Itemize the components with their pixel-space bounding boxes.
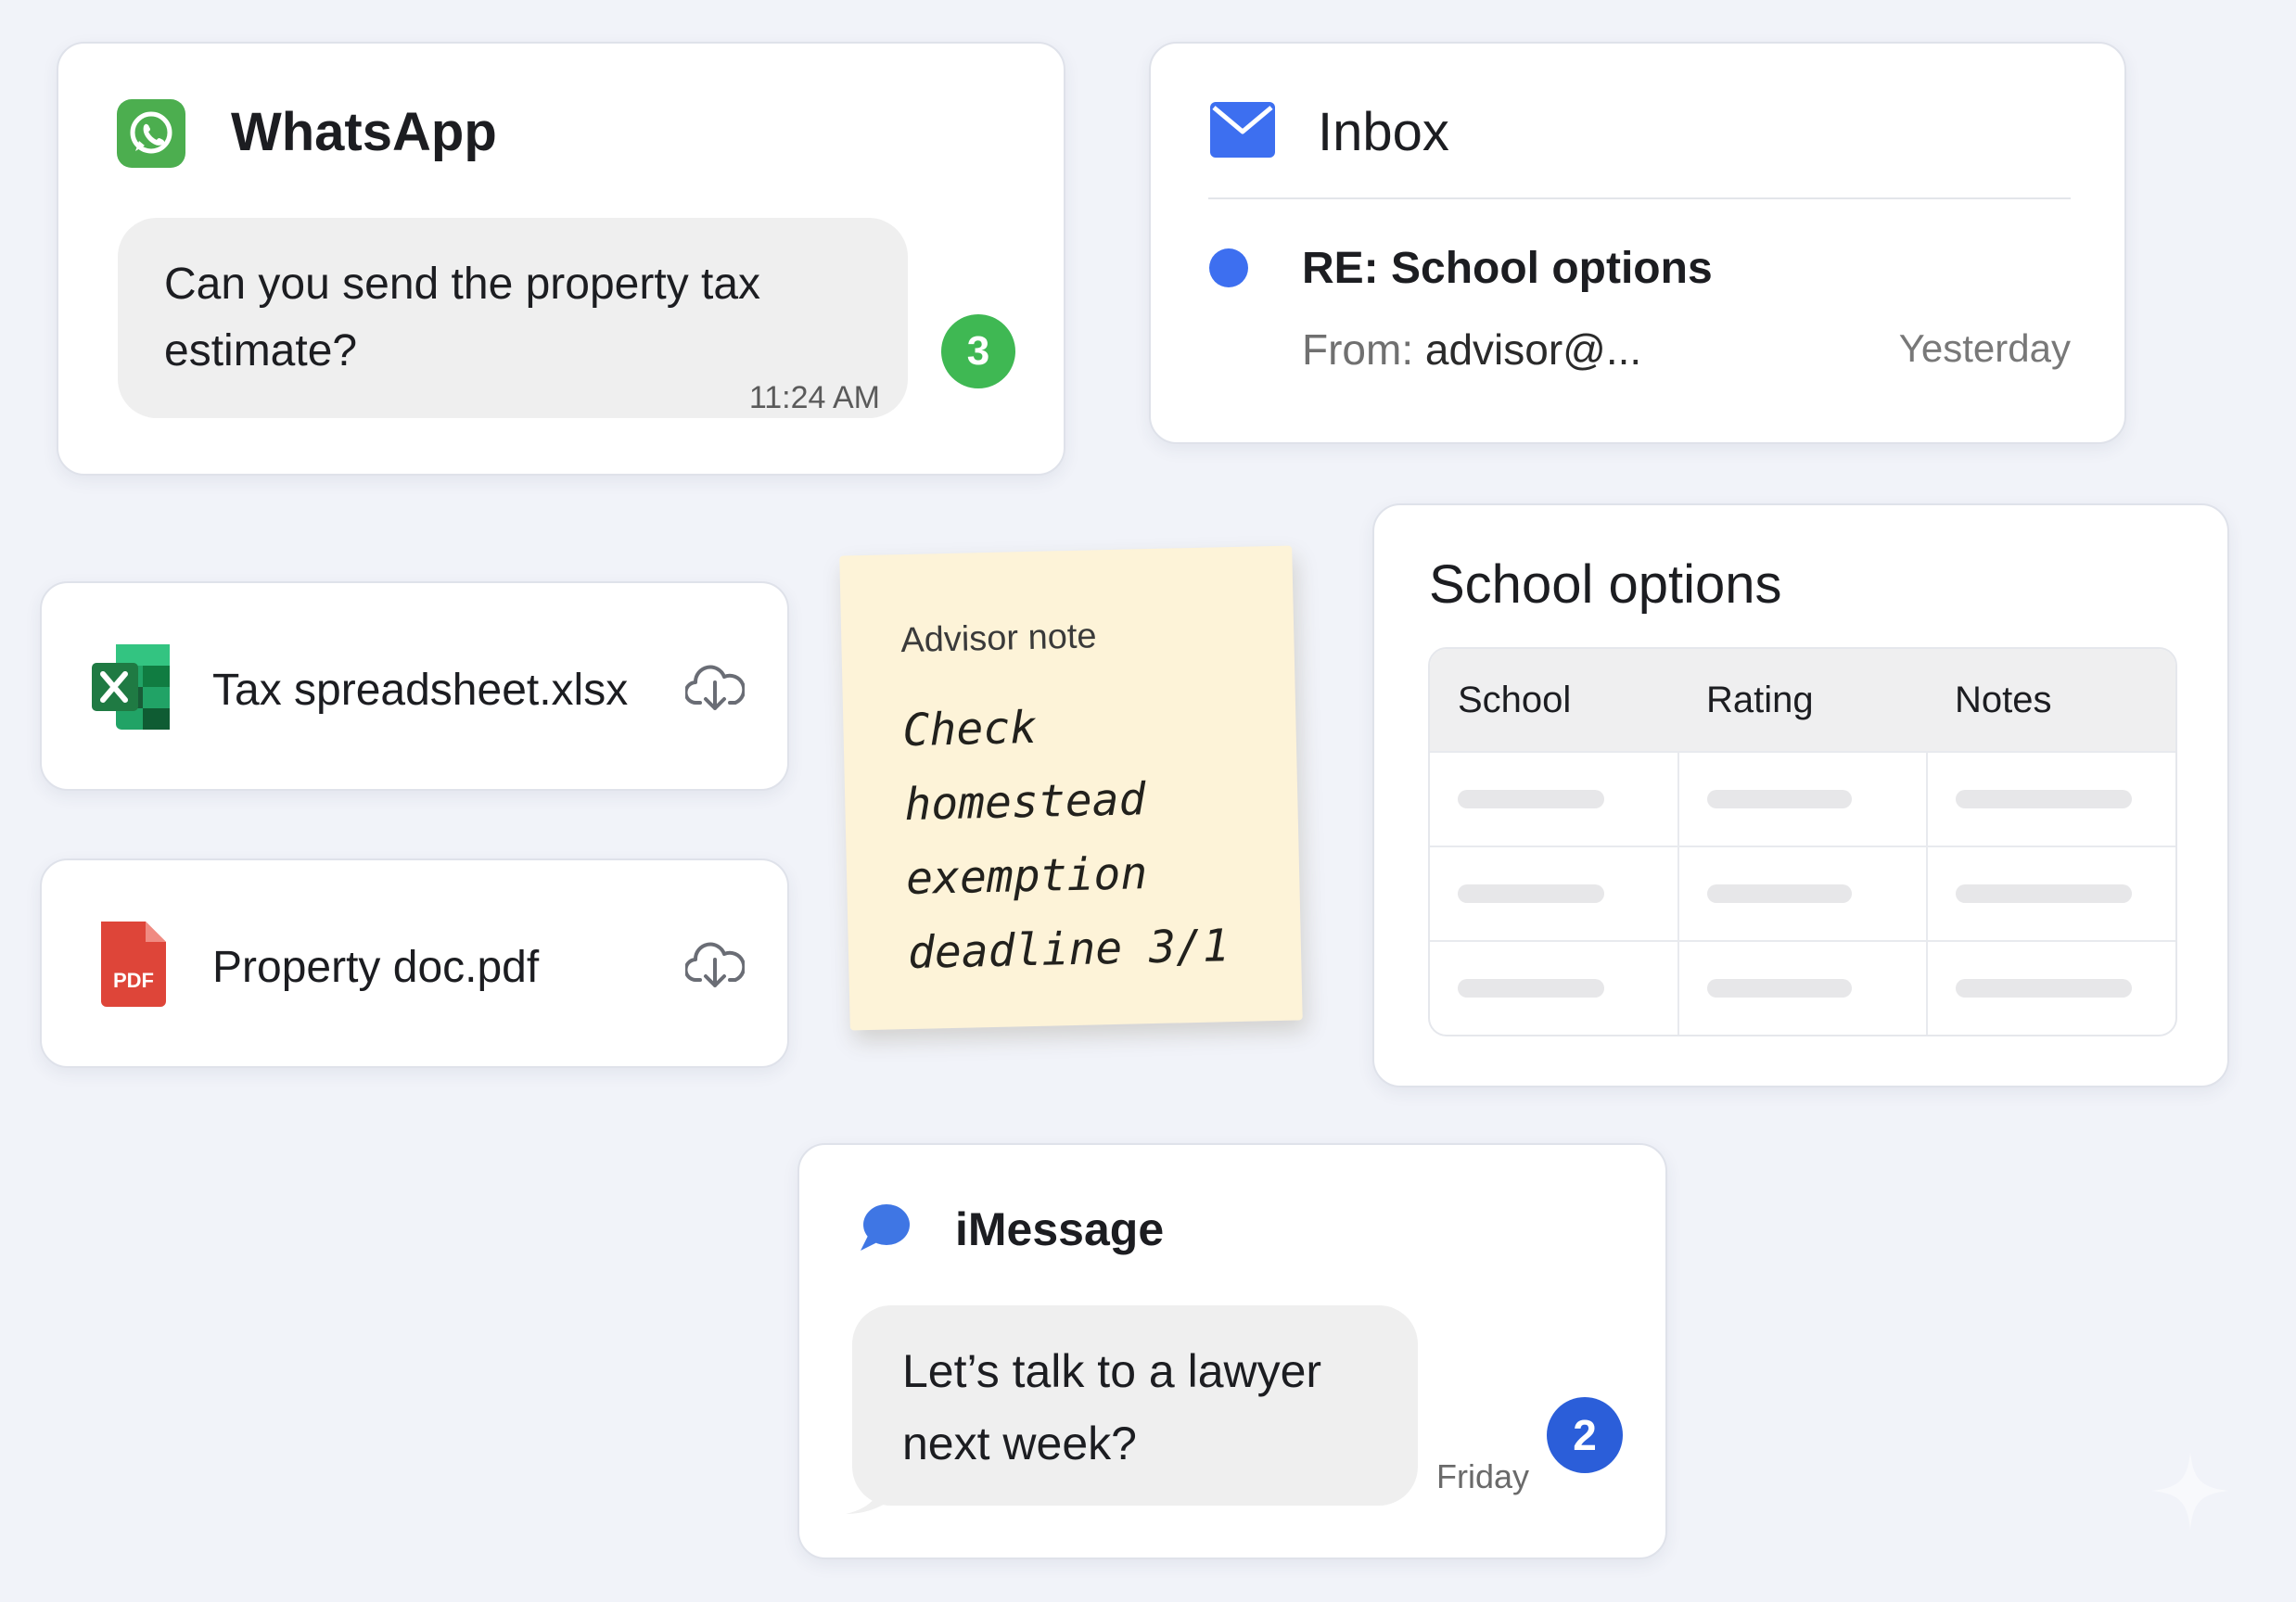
app-title: Inbox [1318,102,1449,162]
placeholder-bar [1956,979,2133,998]
table-cell [1926,753,2175,846]
inbox-card[interactable]: Inbox RE: School options From: advisor@.… [1149,42,2126,444]
school-options-card[interactable]: School options School Rating Notes [1372,503,2229,1087]
placeholder-bar [1956,790,2133,808]
email-subject[interactable]: RE: School options [1302,243,1713,294]
chat-bubble-icon [861,1204,910,1251]
table-row[interactable] [1430,846,2175,940]
table-header: School Rating Notes [1430,649,2175,751]
sticky-note[interactable]: Advisor note Check homestead exemption d… [839,545,1303,1031]
imessage-card[interactable]: iMessage Let’s talk to a lawyer next wee… [797,1143,1667,1559]
file-name[interactable]: Tax spreadsheet.xlsx [212,665,628,716]
placeholder-bar [1706,884,1852,903]
table-cell [1926,942,2175,1035]
app-title: iMessage [955,1203,1165,1255]
pdf-icon: PDF [101,922,166,1007]
sparkle-icon [2151,1452,2229,1530]
table-cell [1430,942,1677,1035]
pdf-icon-label: PDF [113,969,154,992]
placeholder-bar [1956,884,2133,903]
unread-count-badge: 3 [941,314,1015,388]
file-card-xlsx[interactable]: Tax spreadsheet.xlsx [40,581,789,791]
file-card-pdf[interactable]: PDF Property doc.pdf [40,858,789,1068]
note-label: Advisor note [899,617,1098,661]
table-cell [1677,753,1927,846]
unread-indicator [1209,248,1248,287]
table-cell [1430,847,1677,940]
column-header-rating[interactable]: Rating [1678,649,1927,751]
table-row[interactable] [1430,940,2175,1035]
message-bubble[interactable]: Let’s talk to a lawyer next week? [852,1305,1418,1506]
note-text: Check homestead exemption deadline 3/1 [901,701,1231,980]
excel-icon [92,644,170,730]
app-title: WhatsApp [231,102,497,162]
email-sender: From: advisor@... [1302,324,1641,375]
placeholder-bar [1706,790,1852,808]
placeholder-bar [1458,790,1604,808]
table-row[interactable] [1430,751,2175,846]
whatsapp-card[interactable]: WhatsApp Can you send the property tax e… [57,42,1065,476]
table-cell [1677,847,1927,940]
column-header-notes[interactable]: Notes [1927,649,2175,751]
unread-count-badge: 2 [1547,1397,1623,1473]
message-date: Friday [1436,1457,1530,1495]
message-text: Let’s talk to a lawyer next week? [902,1345,1322,1469]
whatsapp-icon [117,99,185,168]
message-time: 11:24 AM [748,380,880,415]
email-date: Yesterday [1898,326,2071,370]
placeholder-bar [1458,884,1604,903]
from-address: advisor@... [1424,325,1642,374]
school-options-table: School Rating Notes [1428,647,2177,1036]
column-header-school[interactable]: School [1430,649,1678,751]
cloud-download-icon[interactable] [685,939,745,989]
divider [1208,197,2071,199]
placeholder-bar [1706,979,1852,998]
table-cell [1926,847,2175,940]
message-text: Can you send the property tax estimate? [164,260,761,375]
from-label: From: [1302,325,1414,374]
file-name[interactable]: Property doc.pdf [212,942,539,993]
table-cell [1677,942,1927,1035]
table-cell [1430,753,1677,846]
table-title: School options [1429,554,1782,615]
message-bubble[interactable]: Can you send the property tax estimate? … [118,218,908,418]
placeholder-bar [1458,979,1604,998]
cloud-download-icon[interactable] [685,662,745,712]
mail-icon [1210,102,1275,158]
